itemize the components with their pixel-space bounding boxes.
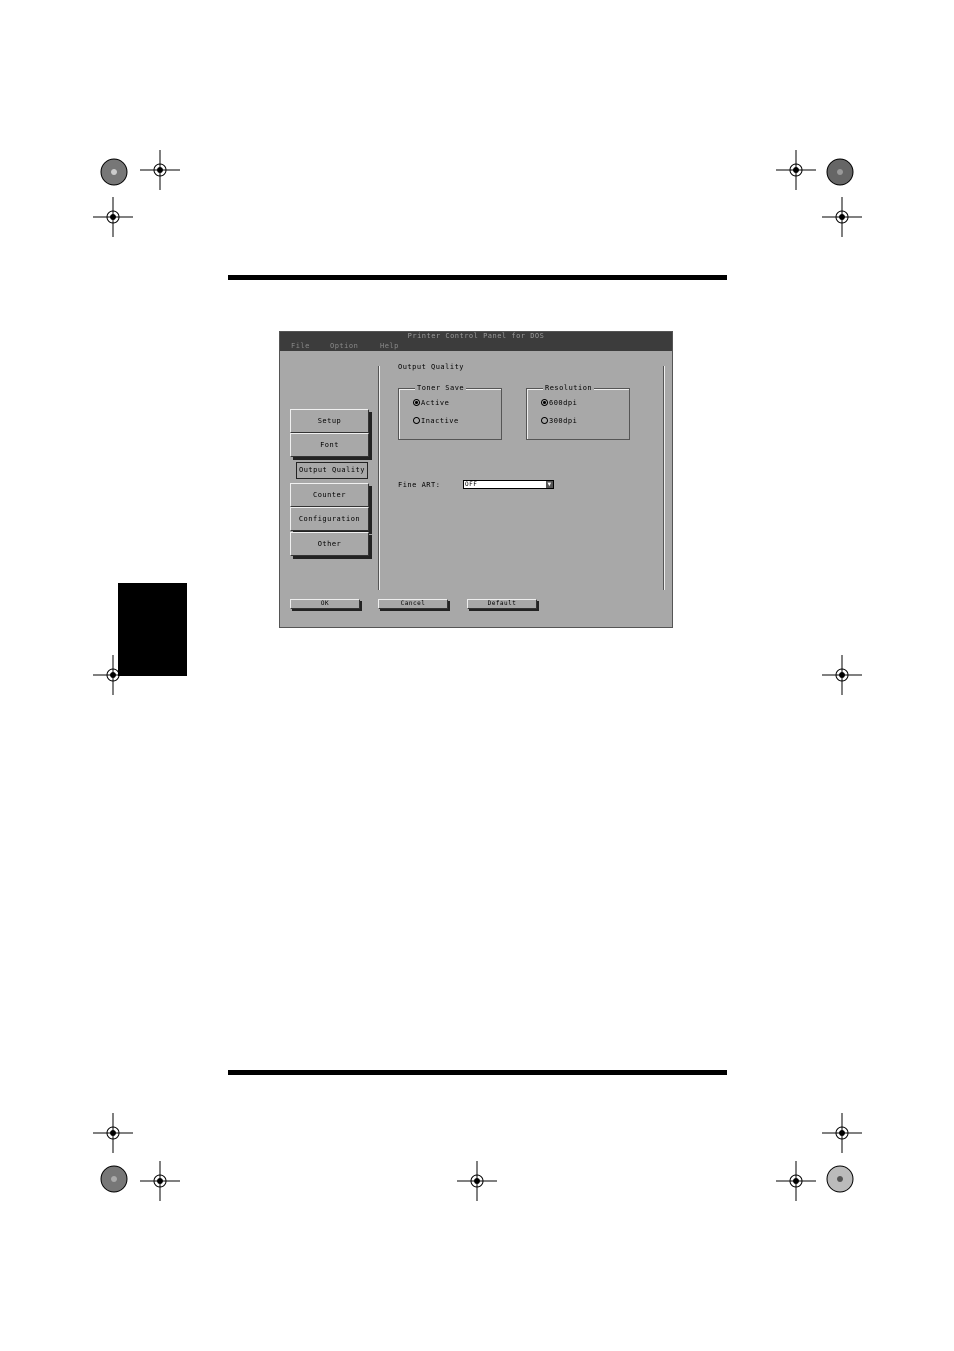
nav-setup-button[interactable]: Setup — [290, 409, 369, 433]
printer-control-panel-window: Printer Control Panel for DOS File Optio… — [279, 331, 673, 628]
radio-selected-icon — [541, 398, 548, 406]
crosshair-icon — [93, 1113, 133, 1153]
toner-active-label: Active — [421, 399, 450, 407]
cancel-button[interactable]: Cancel — [378, 599, 448, 609]
menu-help[interactable]: Help — [380, 341, 399, 351]
menu-option[interactable]: Option — [330, 341, 358, 351]
toner-save-label: Toner Save — [415, 384, 467, 392]
resolution-group: Resolution 600dpi 300dpi — [526, 384, 630, 440]
panel-divider-left — [378, 366, 380, 590]
panel-divider-right — [663, 366, 665, 590]
nav-counter-button[interactable]: Counter — [290, 483, 369, 507]
crosshair-icon — [776, 150, 816, 190]
crosshair-icon — [93, 197, 133, 237]
nav-other-button[interactable]: Other — [290, 532, 369, 556]
resolution-600-radio[interactable]: 600dpi — [541, 398, 578, 407]
radio-unselected-icon — [541, 416, 548, 424]
menu-bar: File Option Help — [280, 341, 672, 351]
crosshair-icon — [776, 1161, 816, 1201]
resolution-600-label: 600dpi — [549, 399, 578, 407]
crosshair-icon — [140, 1161, 180, 1201]
toner-save-group: Toner Save Active Inactive — [398, 384, 502, 440]
nav-output-quality-button[interactable]: Output Quality — [296, 462, 368, 479]
menu-file[interactable]: File — [291, 341, 310, 351]
chevron-down-icon[interactable]: ▼ — [546, 481, 553, 488]
toner-active-radio[interactable]: Active — [413, 398, 450, 407]
crosshair-icon — [140, 150, 180, 190]
nav-configuration-button[interactable]: Configuration — [290, 507, 369, 531]
header-rule — [228, 275, 727, 280]
toner-inactive-radio[interactable]: Inactive — [413, 416, 459, 425]
resolution-300-radio[interactable]: 300dpi — [541, 416, 578, 425]
crosshair-icon — [822, 1113, 862, 1153]
fine-art-label: Fine ART: — [398, 481, 441, 489]
registration-mark-top-right-wheel — [826, 158, 854, 186]
radio-unselected-icon — [413, 416, 420, 424]
registration-mark-top-left-wheel — [100, 158, 128, 186]
footer-rule — [228, 1070, 727, 1075]
crosshair-icon — [457, 1161, 497, 1201]
crosshair-icon — [822, 197, 862, 237]
crosshair-icon — [822, 655, 862, 695]
registration-mark-bottom-right-wheel — [826, 1165, 854, 1193]
nav-font-button[interactable]: Font — [290, 433, 369, 457]
registration-mark-bottom-left-wheel — [100, 1165, 128, 1193]
window-title: Printer Control Panel for DOS — [280, 332, 672, 341]
resolution-300-label: 300dpi — [549, 417, 578, 425]
toner-inactive-label: Inactive — [421, 417, 459, 425]
section-title: Output Quality — [398, 363, 465, 371]
chapter-tab — [118, 583, 187, 676]
fine-art-select[interactable]: OFF ▼ — [463, 480, 554, 489]
resolution-label: Resolution — [543, 384, 595, 392]
radio-selected-icon — [413, 398, 420, 406]
default-button[interactable]: Default — [467, 599, 537, 609]
ok-button[interactable]: OK — [290, 599, 360, 609]
fine-art-value: OFF — [465, 481, 478, 488]
